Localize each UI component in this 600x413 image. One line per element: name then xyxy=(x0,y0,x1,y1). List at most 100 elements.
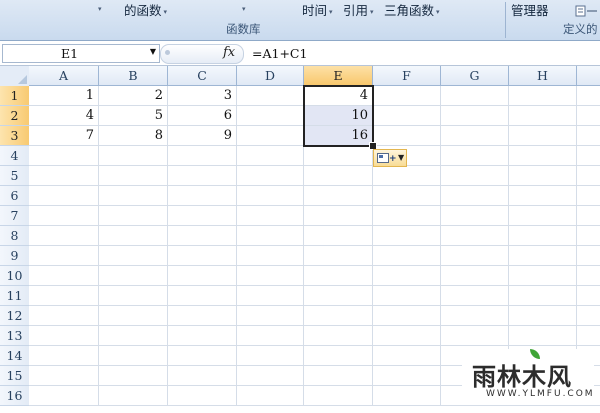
cell-d4[interactable] xyxy=(237,146,304,166)
cell-c5[interactable] xyxy=(168,166,237,186)
cell-h12[interactable] xyxy=(509,306,577,326)
cell-d3[interactable] xyxy=(237,126,304,146)
cell-a4[interactable] xyxy=(29,146,99,166)
ribbon-lookup-reference-button[interactable]: 引用 ▾ xyxy=(343,0,374,19)
cell-b13[interactable] xyxy=(99,326,168,346)
column-header-h[interactable]: H xyxy=(509,66,577,86)
cell-a1[interactable]: 1 xyxy=(29,86,99,106)
cell-c9[interactable] xyxy=(168,246,237,266)
column-header-e[interactable]: E xyxy=(304,66,373,86)
cell-h1[interactable] xyxy=(509,86,577,106)
row-header-16[interactable]: 16 xyxy=(0,386,30,406)
formula-input[interactable]: =A1+C1 xyxy=(252,46,307,61)
cell-e13[interactable] xyxy=(304,326,373,346)
cell-e2[interactable]: 10 xyxy=(304,106,373,126)
cell-c4[interactable] xyxy=(168,146,237,166)
cell-e1[interactable]: 4 xyxy=(304,86,373,106)
cell-c11[interactable] xyxy=(168,286,237,306)
select-all-button[interactable] xyxy=(0,66,30,87)
cell-b1[interactable]: 2 xyxy=(99,86,168,106)
ribbon-name-manager-button[interactable]: 管理器 xyxy=(511,0,549,19)
cell-i11[interactable] xyxy=(577,286,600,306)
column-header-d[interactable]: D xyxy=(237,66,304,86)
cell-a9[interactable] xyxy=(29,246,99,266)
cell-f15[interactable] xyxy=(373,366,441,386)
cell-a2[interactable]: 4 xyxy=(29,106,99,126)
cell-h7[interactable] xyxy=(509,206,577,226)
cell-d13[interactable] xyxy=(237,326,304,346)
cell-e8[interactable] xyxy=(304,226,373,246)
cell-d10[interactable] xyxy=(237,266,304,286)
column-header-f[interactable]: F xyxy=(373,66,441,86)
cell-d12[interactable] xyxy=(237,306,304,326)
cell-e15[interactable] xyxy=(304,366,373,386)
cell-a15[interactable] xyxy=(29,366,99,386)
row-header-7[interactable]: 7 xyxy=(0,206,30,226)
cell-i2[interactable] xyxy=(577,106,600,126)
cell-f10[interactable] xyxy=(373,266,441,286)
cell-i6[interactable] xyxy=(577,186,600,206)
cell-e4[interactable] xyxy=(304,146,373,166)
cell-c10[interactable] xyxy=(168,266,237,286)
column-header-partial[interactable] xyxy=(577,66,600,86)
cell-d2[interactable] xyxy=(237,106,304,126)
column-header-c[interactable]: C xyxy=(168,66,237,86)
cell-d6[interactable] xyxy=(237,186,304,206)
cell-f7[interactable] xyxy=(373,206,441,226)
cell-f8[interactable] xyxy=(373,226,441,246)
cell-g9[interactable] xyxy=(441,246,509,266)
ribbon-dropdown-arrow[interactable]: ▾ xyxy=(96,0,102,15)
cell-e11[interactable] xyxy=(304,286,373,306)
cell-h5[interactable] xyxy=(509,166,577,186)
cell-b4[interactable] xyxy=(99,146,168,166)
cell-i12[interactable] xyxy=(577,306,600,326)
cell-g11[interactable] xyxy=(441,286,509,306)
cell-e16[interactable] xyxy=(304,386,373,406)
row-header-4[interactable]: 4 xyxy=(0,146,30,166)
cell-d14[interactable] xyxy=(237,346,304,366)
cell-e9[interactable] xyxy=(304,246,373,266)
row-header-3[interactable]: 3 xyxy=(0,126,30,146)
cell-f1[interactable] xyxy=(373,86,441,106)
cell-c7[interactable] xyxy=(168,206,237,226)
cell-h9[interactable] xyxy=(509,246,577,266)
row-header-8[interactable]: 8 xyxy=(0,226,30,246)
cell-e12[interactable] xyxy=(304,306,373,326)
cell-g7[interactable] xyxy=(441,206,509,226)
cell-f16[interactable] xyxy=(373,386,441,406)
cell-f2[interactable] xyxy=(373,106,441,126)
cell-c6[interactable] xyxy=(168,186,237,206)
cell-d8[interactable] xyxy=(237,226,304,246)
auto-fill-options-button[interactable]: + ▼ xyxy=(373,149,407,167)
cell-b14[interactable] xyxy=(99,346,168,366)
cell-g6[interactable] xyxy=(441,186,509,206)
ribbon-math-trig-button[interactable]: 三角函数 ▾ xyxy=(384,0,440,19)
cell-a3[interactable]: 7 xyxy=(29,126,99,146)
cell-b6[interactable] xyxy=(99,186,168,206)
cell-g5[interactable] xyxy=(441,166,509,186)
ribbon-dropdown-arrow-2[interactable]: ▾ xyxy=(240,0,246,15)
cell-i13[interactable] xyxy=(577,326,600,346)
cell-d1[interactable] xyxy=(237,86,304,106)
ribbon-date-time-button[interactable]: 时间 ▾ xyxy=(302,0,333,19)
cell-f13[interactable] xyxy=(373,326,441,346)
cell-i1[interactable] xyxy=(577,86,600,106)
cell-g1[interactable] xyxy=(441,86,509,106)
cell-c8[interactable] xyxy=(168,226,237,246)
cell-h2[interactable] xyxy=(509,106,577,126)
cell-g2[interactable] xyxy=(441,106,509,126)
cell-f6[interactable] xyxy=(373,186,441,206)
row-header-6[interactable]: 6 xyxy=(0,186,30,206)
cell-e3[interactable]: 16 xyxy=(304,126,373,146)
cell-h6[interactable] xyxy=(509,186,577,206)
cell-a16[interactable] xyxy=(29,386,99,406)
cell-h11[interactable] xyxy=(509,286,577,306)
cell-h4[interactable] xyxy=(509,146,577,166)
row-header-10[interactable]: 10 xyxy=(0,266,30,286)
ribbon-more-functions-button[interactable]: 的函数 ▾ xyxy=(124,0,167,19)
cell-i4[interactable] xyxy=(577,146,600,166)
cell-a7[interactable] xyxy=(29,206,99,226)
cell-d16[interactable] xyxy=(237,386,304,406)
cell-d5[interactable] xyxy=(237,166,304,186)
column-header-g[interactable]: G xyxy=(441,66,509,86)
